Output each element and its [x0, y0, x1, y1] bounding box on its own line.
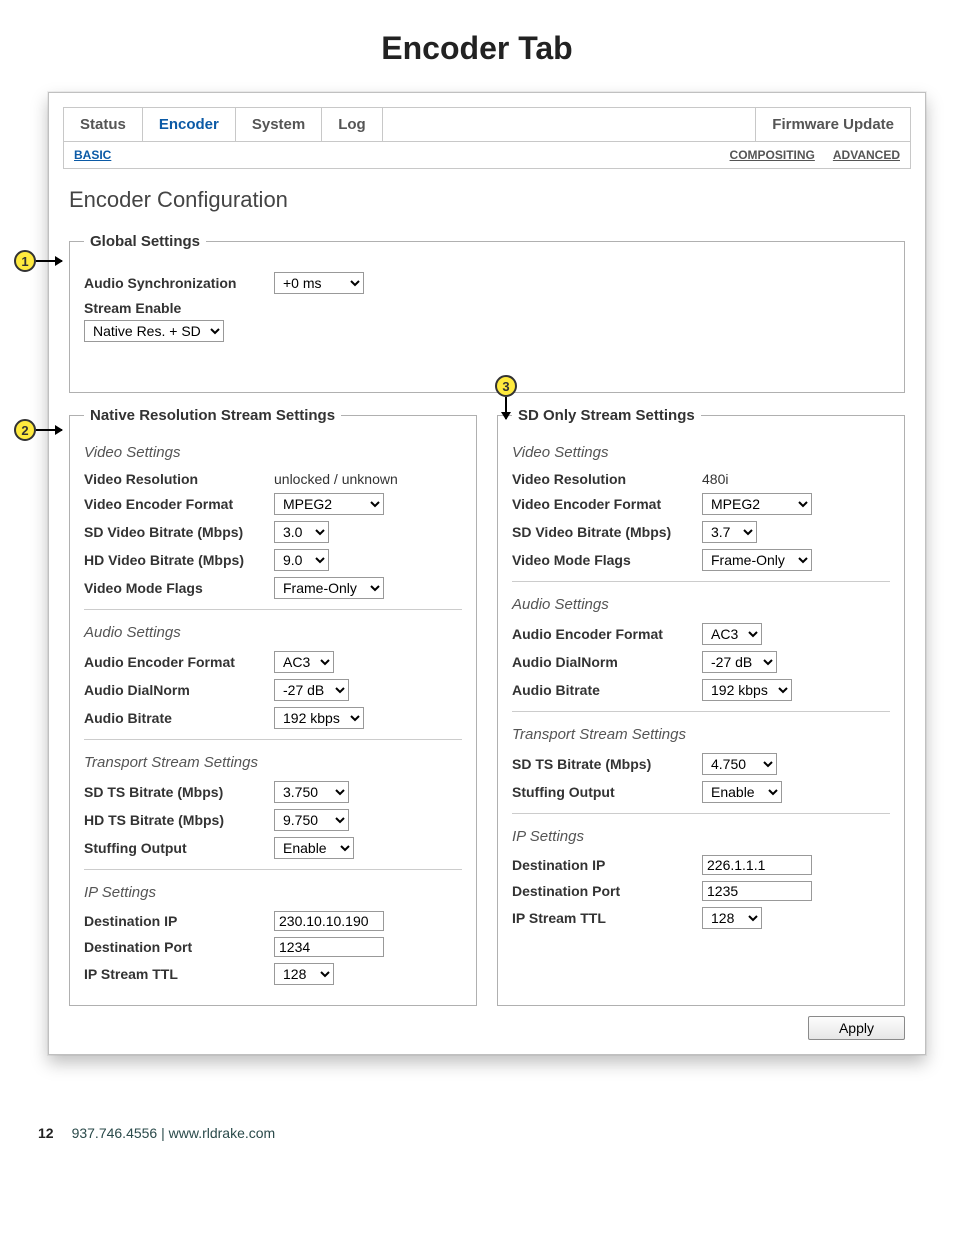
native-sdbr-select[interactable]: 3.0	[274, 521, 329, 543]
sd-stream-fieldset: SD Only Stream Settings Video Settings V…	[497, 407, 905, 1006]
native-stream-legend: Native Resolution Stream Settings	[84, 407, 341, 424]
native-afmt-label: Audio Encoder Format	[84, 654, 274, 670]
sd-audio-title: Audio Settings	[512, 596, 890, 613]
native-ts-title: Transport Stream Settings	[84, 754, 462, 771]
sd-ttl-select[interactable]: 128	[702, 907, 762, 929]
native-dialnorm-label: Audio DialNorm	[84, 682, 274, 698]
sd-vfmt-label: Video Encoder Format	[512, 496, 702, 512]
footer-contact: 937.746.4556 | www.rldrake.com	[72, 1125, 276, 1141]
sd-flags-select[interactable]: Frame-Only	[702, 549, 812, 571]
sd-flags-label: Video Mode Flags	[512, 552, 702, 568]
native-ip-title: IP Settings	[84, 884, 462, 901]
stream-enable-label: Stream Enable	[84, 300, 181, 316]
apply-button[interactable]: Apply	[808, 1016, 905, 1040]
native-sdbr-label: SD Video Bitrate (Mbps)	[84, 524, 274, 540]
native-ttl-select[interactable]: 128	[274, 963, 334, 985]
native-stuff-select[interactable]: Enable	[274, 837, 354, 859]
native-flags-label: Video Mode Flags	[84, 580, 274, 596]
global-settings-legend: Global Settings	[84, 233, 206, 250]
sd-ip-title: IP Settings	[512, 828, 890, 845]
tab-log[interactable]: Log	[322, 108, 383, 141]
sd-video-title: Video Settings	[512, 444, 890, 461]
subtab-advanced[interactable]: ADVANCED	[833, 148, 900, 162]
sd-afmt-label: Audio Encoder Format	[512, 626, 702, 642]
native-dip-label: Destination IP	[84, 913, 274, 929]
native-sdts-label: SD TS Bitrate (Mbps)	[84, 784, 274, 800]
subtab-compositing[interactable]: COMPOSITING	[730, 148, 815, 162]
sd-sdbr-label: SD Video Bitrate (Mbps)	[512, 524, 702, 540]
sd-stuff-select[interactable]: Enable	[702, 781, 782, 803]
sd-ttl-label: IP Stream TTL	[512, 910, 702, 926]
native-hdbr-select[interactable]: 9.0	[274, 549, 329, 571]
native-sdts-select[interactable]: 3.750	[274, 781, 349, 803]
callout-3: 3	[495, 375, 517, 397]
sd-stuff-label: Stuffing Output	[512, 784, 702, 800]
sd-stream-legend: SD Only Stream Settings	[512, 407, 701, 424]
page-number: 12	[38, 1125, 54, 1141]
global-settings-fieldset: Global Settings Audio Synchronization +0…	[69, 233, 905, 393]
native-vfmt-label: Video Encoder Format	[84, 496, 274, 512]
callout-1-arrow	[36, 260, 62, 262]
native-stuff-label: Stuffing Output	[84, 840, 274, 856]
native-hdbr-label: HD Video Bitrate (Mbps)	[84, 552, 274, 568]
native-flags-select[interactable]: Frame-Only	[274, 577, 384, 599]
callout-2: 2	[14, 419, 36, 441]
sd-dport-label: Destination Port	[512, 883, 702, 899]
page-footer: 12 937.746.4556 | www.rldrake.com	[38, 1125, 954, 1141]
native-abitrate-select[interactable]: 192 kbps	[274, 707, 364, 729]
native-ttl-label: IP Stream TTL	[84, 966, 274, 982]
sd-abitrate-select[interactable]: 192 kbps	[702, 679, 792, 701]
audio-sync-label: Audio Synchronization	[84, 275, 274, 291]
sd-afmt-select[interactable]: AC3	[702, 623, 762, 645]
native-dip-input[interactable]	[274, 911, 384, 931]
callout-3-arrow	[505, 397, 507, 419]
native-vres-value: unlocked / unknown	[274, 471, 398, 487]
sd-abitrate-label: Audio Bitrate	[512, 682, 702, 698]
sd-dport-input[interactable]	[702, 881, 812, 901]
tab-firmware-update[interactable]: Firmware Update	[755, 108, 910, 141]
sub-tabs: BASIC COMPOSITING ADVANCED	[63, 142, 911, 169]
sd-dialnorm-select[interactable]: -27 dB	[702, 651, 777, 673]
native-vres-label: Video Resolution	[84, 471, 274, 487]
tab-encoder[interactable]: Encoder	[143, 108, 236, 141]
sd-dip-label: Destination IP	[512, 857, 702, 873]
native-hdts-label: HD TS Bitrate (Mbps)	[84, 812, 274, 828]
subtab-basic[interactable]: BASIC	[74, 148, 111, 162]
native-afmt-select[interactable]: AC3	[274, 651, 334, 673]
sd-vfmt-select[interactable]: MPEG2	[702, 493, 812, 515]
app-frame: Status Encoder System Log Firmware Updat…	[48, 92, 926, 1055]
sd-ts-title: Transport Stream Settings	[512, 726, 890, 743]
section-title: Encoder Configuration	[69, 187, 905, 213]
sd-sdts-label: SD TS Bitrate (Mbps)	[512, 756, 702, 772]
sd-sdbr-select[interactable]: 3.7	[702, 521, 757, 543]
native-stream-fieldset: Native Resolution Stream Settings Video …	[69, 407, 477, 1006]
main-tabs: Status Encoder System Log Firmware Updat…	[63, 107, 911, 142]
callout-1: 1	[14, 250, 36, 272]
native-audio-title: Audio Settings	[84, 624, 462, 641]
sd-sdts-select[interactable]: 4.750	[702, 753, 777, 775]
stream-enable-select[interactable]: Native Res. + SD	[84, 320, 224, 342]
native-video-title: Video Settings	[84, 444, 462, 461]
sd-dialnorm-label: Audio DialNorm	[512, 654, 702, 670]
native-abitrate-label: Audio Bitrate	[84, 710, 274, 726]
native-dport-label: Destination Port	[84, 939, 274, 955]
native-vfmt-select[interactable]: MPEG2	[274, 493, 384, 515]
tab-status[interactable]: Status	[64, 108, 143, 141]
page-title: Encoder Tab	[0, 30, 954, 67]
native-hdts-select[interactable]: 9.750	[274, 809, 349, 831]
native-dport-input[interactable]	[274, 937, 384, 957]
audio-sync-select[interactable]: +0 ms	[274, 272, 364, 294]
tab-system[interactable]: System	[236, 108, 322, 141]
sd-dip-input[interactable]	[702, 855, 812, 875]
sd-vres-value: 480i	[702, 471, 728, 487]
native-dialnorm-select[interactable]: -27 dB	[274, 679, 349, 701]
callout-2-arrow	[36, 429, 62, 431]
sd-vres-label: Video Resolution	[512, 471, 702, 487]
